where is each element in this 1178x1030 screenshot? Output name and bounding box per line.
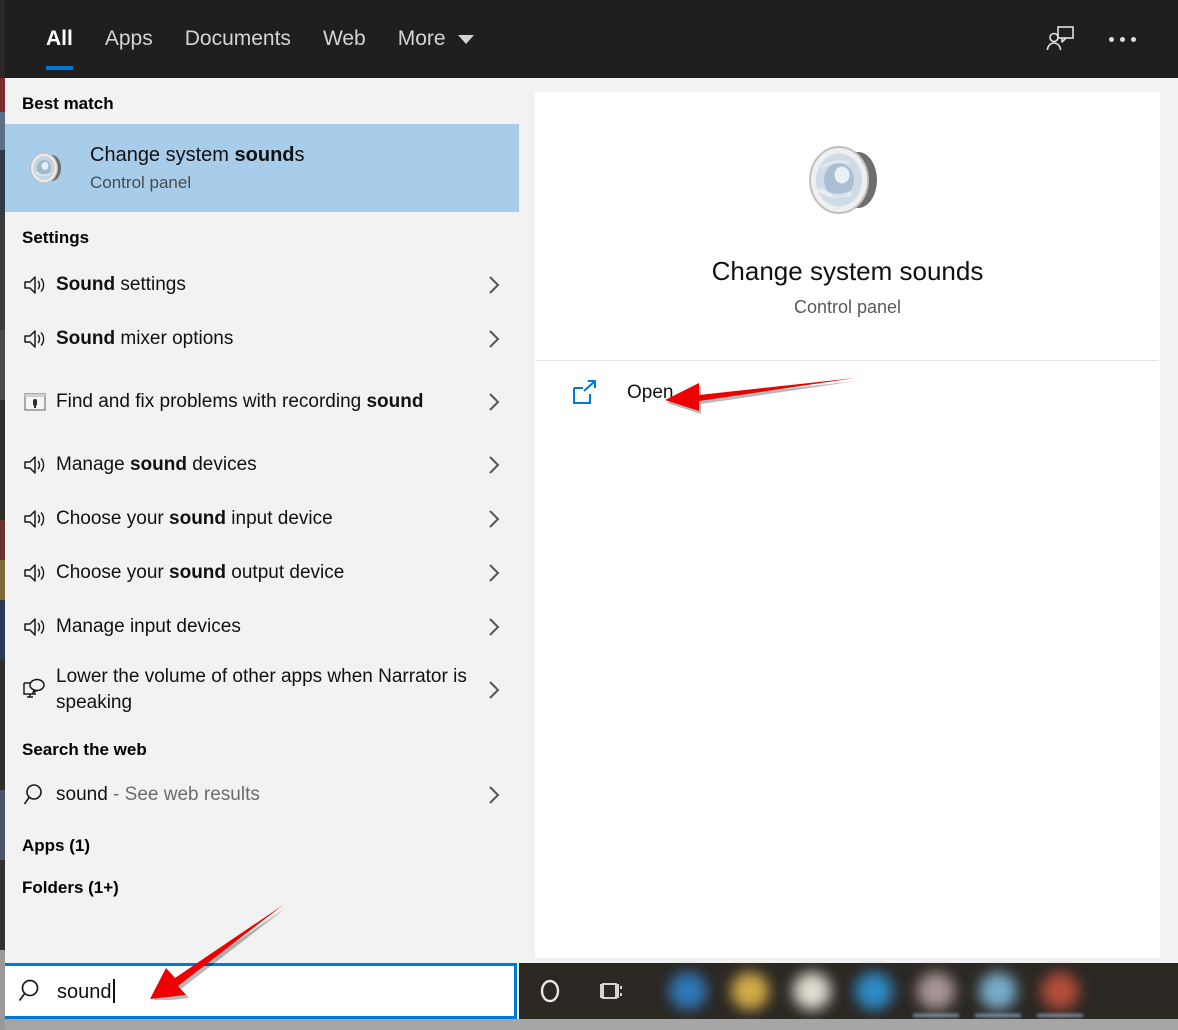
list-item[interactable]: Find and fix problems with recording sou… [4,366,519,438]
taskbar-app-7-icon [1041,972,1079,1010]
best-match-subtitle: Control panel [90,172,192,192]
chevron-right-icon [485,509,503,529]
list-item-label: Manage input devices [56,616,241,637]
taskbar-app-2-icon [731,972,769,1010]
taskbar-app-2[interactable] [719,963,781,1019]
list-item[interactable]: Sound mixer options [4,312,519,366]
open-button[interactable]: Open [535,361,1160,425]
list-item-label: Choose your sound input device [56,508,333,529]
preview-hero: Change system sounds Control panel [535,92,1160,360]
taskbar-app-6-icon [979,972,1017,1010]
search-input-value-wrap: sound [57,978,115,1004]
tab-apps[interactable]: Apps [89,0,169,78]
cortana-circle-icon[interactable] [519,963,581,1019]
external-link-icon [571,379,611,407]
chevron-right-icon [485,617,503,637]
tab-web[interactable]: Web [307,0,382,78]
chevron-down-icon [457,34,474,44]
search-icon [5,977,57,1005]
chevron-right-icon [485,785,503,805]
open-button-label: Open [627,382,674,403]
recording-device-icon [22,389,56,415]
tab-more-label: More [397,27,446,50]
search-results-panel: Best match Change system sounds Control … [4,78,519,958]
taskbar [519,963,1178,1019]
ellipsis-dots [1108,36,1136,42]
taskbar-app-1-icon [669,972,707,1010]
tab-apps-label: Apps [104,27,153,50]
chevron-right-icon [485,455,503,475]
best-match-title: Change system sounds [90,143,305,166]
chevron-right-icon [485,392,503,412]
narrator-icon [22,677,56,703]
tab-all[interactable]: All [30,0,89,78]
taskbar-app-3[interactable] [781,963,843,1019]
speaker-icon [22,560,56,586]
taskbar-app-5[interactable] [905,963,967,1019]
preview-subtitle: Control panel [793,297,902,317]
taskbar-app-6[interactable] [967,963,1029,1019]
preview-title: Change system sounds [711,256,984,286]
speaker-icon [22,452,56,478]
web-result-label: sound - See web results [56,784,260,805]
speaker-icon [22,506,56,532]
apps-header[interactable]: Apps (1) [4,822,519,864]
person-feedback-icon[interactable] [1040,19,1080,59]
filter-tabs: All Apps Documents Web More [30,0,490,78]
web-result-item[interactable]: sound - See web results [4,768,519,822]
windows-search-ui: All Apps Documents Web More Best match C… [0,0,1178,1030]
text-cursor [112,978,115,1003]
taskbar-app-1[interactable] [657,963,719,1019]
list-item-label: Find and fix problems with recording sou… [56,391,424,412]
search-input[interactable]: sound [2,963,517,1019]
desktop-edge-sliver [0,0,5,1030]
chevron-right-icon [485,563,503,583]
folders-header[interactable]: Folders (1+) [4,864,519,906]
tab-web-label: Web [322,27,366,50]
taskbar-app-7[interactable] [1029,963,1091,1019]
tab-documents[interactable]: Documents [169,0,307,78]
list-item[interactable]: Manage input devices [4,600,519,654]
chevron-right-icon [485,680,503,700]
taskbar-app-buttons [657,963,1091,1019]
search-icon [22,782,56,808]
search-input-value: sound [57,980,112,1003]
list-item[interactable]: Sound settings [4,258,519,312]
speaker-icon [22,614,56,640]
taskbar-bottom-strip [4,1019,1178,1030]
tab-more[interactable]: More [382,0,490,78]
chevron-right-icon [485,275,503,295]
task-view-icon[interactable] [581,963,643,1019]
ellipsis-icon[interactable] [1102,19,1142,59]
taskbar-app-3-icon [793,972,831,1010]
settings-header: Settings [22,228,90,247]
taskbar-app-4-icon [855,972,893,1010]
search-filter-navbar: All Apps Documents Web More [4,0,1178,78]
list-item[interactable]: Manage sound devices [4,438,519,492]
list-item[interactable]: Lower the volume of other apps when Narr… [4,654,519,726]
taskbar-app-5-icon [917,972,955,1010]
tab-all-label: All [46,27,73,50]
list-item-label: Sound mixer options [56,328,234,349]
tab-documents-label: Documents [184,27,291,50]
taskbar-app-4[interactable] [843,963,905,1019]
chevron-right-icon [485,329,503,349]
list-item-label: Manage sound devices [56,454,257,475]
speaker-icon [22,272,56,298]
best-match-header: Best match [22,94,114,113]
preview-panel: Change system sounds Control panel Open [535,92,1160,958]
speaker-icon [22,326,56,352]
list-item[interactable]: Choose your sound output device [4,546,519,600]
list-item-label: Sound settings [56,274,186,295]
list-item-label: Choose your sound output device [56,562,345,583]
navbar-actions [1040,19,1142,59]
speaker-icon [796,128,900,232]
list-item[interactable]: Choose your sound input device [4,492,519,546]
best-match-row[interactable]: Change system sounds Control panel [4,124,519,212]
best-match-text: Change system sounds Control panel [90,142,305,195]
speaker-icon [22,142,74,194]
search-the-web-header: Search the web [22,740,147,759]
list-item-label: Lower the volume of other apps when Narr… [56,666,467,713]
